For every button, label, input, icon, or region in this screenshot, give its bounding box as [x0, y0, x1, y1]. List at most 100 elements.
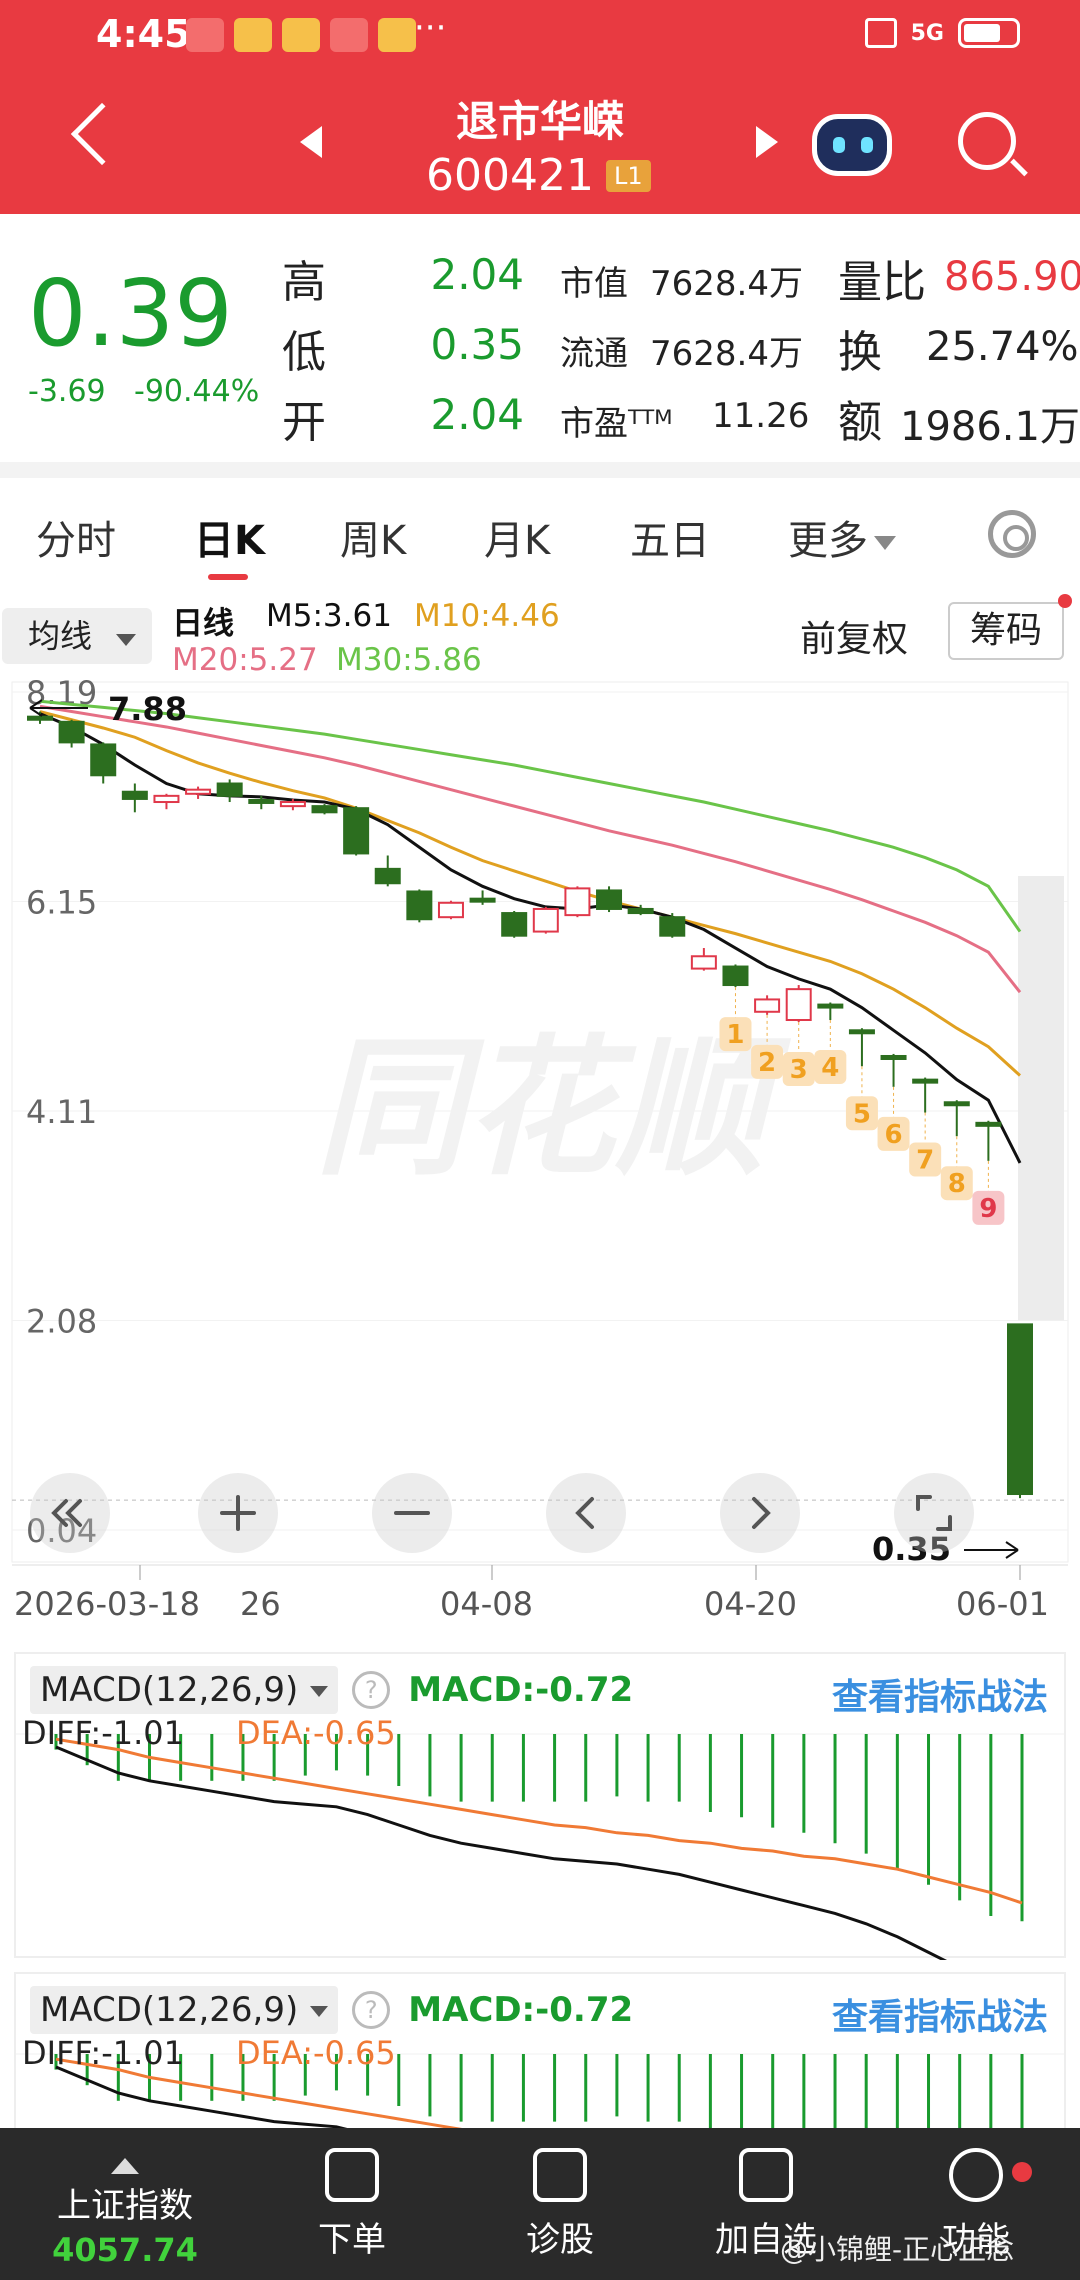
candle-up: [785, 988, 812, 1022]
seq-label: 4: [821, 1053, 839, 1083]
index-ticker[interactable]: 上证指数 4057.74: [40, 2158, 210, 2269]
max-label: 7.88: [108, 690, 187, 728]
order-button[interactable]: 下单: [262, 2148, 442, 2261]
stock-code-row: 600421 L1: [426, 150, 651, 201]
active-tab-indicator: [208, 574, 248, 580]
candle-down: [58, 720, 85, 744]
status-bar: 4:45 ··· 5G: [0, 0, 1080, 70]
tab-weekly-k[interactable]: 周K: [340, 508, 406, 566]
dea-value: DEA:-0.65: [236, 1714, 396, 1752]
turnover-label: 换: [838, 327, 882, 378]
candle-down: [121, 790, 148, 800]
vibrate-icon: [864, 18, 897, 48]
indicator-strategy-link[interactable]: 查看指标战法: [832, 1668, 1048, 1720]
more-notifications-icon: ···: [414, 8, 447, 48]
level-badge[interactable]: L1: [605, 159, 651, 192]
candle-down: [943, 1101, 970, 1107]
ai-assistant-icon[interactable]: [812, 114, 892, 176]
volratio-value: 865.90: [944, 254, 1080, 300]
macd-header: MACD(12,26,9) ? MACD:-0.72: [30, 1666, 633, 1714]
diagnose-label: 诊股: [526, 2220, 594, 2260]
tab-more[interactable]: 更多: [788, 508, 896, 566]
chevron-down-icon: [874, 536, 896, 550]
candle-up: [279, 801, 306, 808]
tab-more-label: 更多: [788, 518, 868, 564]
candle-down: [880, 1054, 907, 1060]
price-change: -3.69: [28, 374, 106, 409]
pe-value: 11.26: [712, 396, 810, 436]
ma-title: 日线: [172, 606, 234, 642]
kline-chart[interactable]: 8.196.154.112.080.04同花顺1234567897.880.35…: [0, 680, 1080, 1630]
menu-circle-icon: [949, 2148, 1003, 2202]
open-label: 开: [282, 397, 326, 448]
prev-icon-bg: [546, 1473, 626, 1553]
signal-icon: 5G: [910, 20, 944, 46]
candle-down: [343, 807, 370, 855]
candle-down: [311, 805, 338, 814]
candle-down: [975, 1121, 1002, 1127]
candle-up: [153, 794, 180, 804]
index-value: 4057.74: [52, 2231, 198, 2269]
diagnose-button[interactable]: 诊股: [470, 2148, 650, 2261]
plus-box-icon: [739, 2148, 793, 2202]
pe-label: 市盈ᵀᵀᴹ: [560, 404, 673, 444]
x-axis-label: 04-08: [440, 1585, 533, 1623]
next-icon-bg: [720, 1473, 800, 1553]
index-name: 上证指数: [57, 2186, 193, 2226]
system-icons: 5G: [864, 18, 1020, 48]
candle-down: [722, 965, 749, 987]
weibo-app-icon: [234, 18, 272, 52]
seq-label: 5: [853, 1099, 871, 1129]
notification-dot: [1058, 594, 1072, 608]
high-label: 高: [282, 257, 326, 308]
candle-up: [437, 901, 464, 919]
indicator-strategy-link-2[interactable]: 查看指标战法: [832, 1988, 1048, 2040]
candle-up: [532, 907, 559, 933]
next-stock-icon[interactable]: [756, 126, 778, 158]
x-axis-label: 06-01: [956, 1585, 1049, 1623]
low-label: 低: [282, 327, 326, 378]
candle-down: [817, 1003, 844, 1009]
tab-daily-k[interactable]: 日K: [194, 508, 265, 566]
dea-value-2: DEA:-0.65: [236, 2034, 396, 2072]
macd-selector-2[interactable]: MACD(12,26,9): [30, 1986, 339, 2034]
mktcap-value: 7628.4万: [650, 264, 803, 304]
notification-dot: [1012, 2162, 1032, 2182]
candle-up: [185, 788, 212, 795]
macd-name: MACD(12,26,9): [40, 1670, 299, 1710]
price-change-pct: -90.44%: [134, 374, 260, 409]
tab-monthly-k[interactable]: 月K: [484, 508, 550, 566]
status-time: 4:45: [96, 12, 191, 56]
chip-distribution-button[interactable]: 筹码: [948, 602, 1064, 660]
settings-icon[interactable]: [988, 510, 1036, 558]
candle-down: [248, 798, 275, 804]
divider: [0, 462, 1080, 478]
ma-legend: 均线 日线 M5:3.61 M10:4.46 M20:5.27 M30:5.86…: [0, 590, 1080, 690]
mktcap-label: 市值: [560, 264, 628, 304]
indicator-selector[interactable]: 均线: [2, 608, 152, 664]
range-highlight: [1018, 876, 1064, 1321]
period-tabs: 分时 日K 周K 月K 五日 更多: [0, 478, 1080, 586]
seq-label: 9: [979, 1194, 997, 1224]
help-icon[interactable]: ?: [352, 1671, 391, 1709]
document-icon: [325, 2148, 379, 2202]
tab-five-day[interactable]: 五日: [630, 508, 710, 566]
weibo-watermark: @小锦鲤-正心正念: [780, 2233, 1015, 2266]
huawei-app-icon: [186, 18, 224, 52]
x-axis-label: 04-20: [704, 1585, 797, 1623]
ma5-value: M5:3.61: [266, 598, 392, 634]
high-value: 2.04: [430, 250, 524, 299]
search-icon[interactable]: [958, 112, 1016, 170]
amount-value: 1986.1万: [900, 404, 1080, 450]
macd-selector[interactable]: MACD(12,26,9): [30, 1666, 339, 1714]
stock-code: 600421: [426, 150, 594, 201]
macd-header-2: MACD(12,26,9) ? MACD:-0.72: [30, 1986, 633, 2034]
help-icon[interactable]: ?: [352, 1991, 391, 2029]
open-value: 2.04: [430, 390, 524, 439]
weibo-app-icon-2: [282, 18, 320, 52]
tab-intraday[interactable]: 分时: [36, 508, 116, 566]
candle-down: [659, 916, 686, 937]
x-axis-label: 2026-03-18: [14, 1585, 200, 1623]
float-label: 流通: [560, 334, 628, 374]
adjust-mode-button[interactable]: 前复权: [800, 610, 908, 662]
